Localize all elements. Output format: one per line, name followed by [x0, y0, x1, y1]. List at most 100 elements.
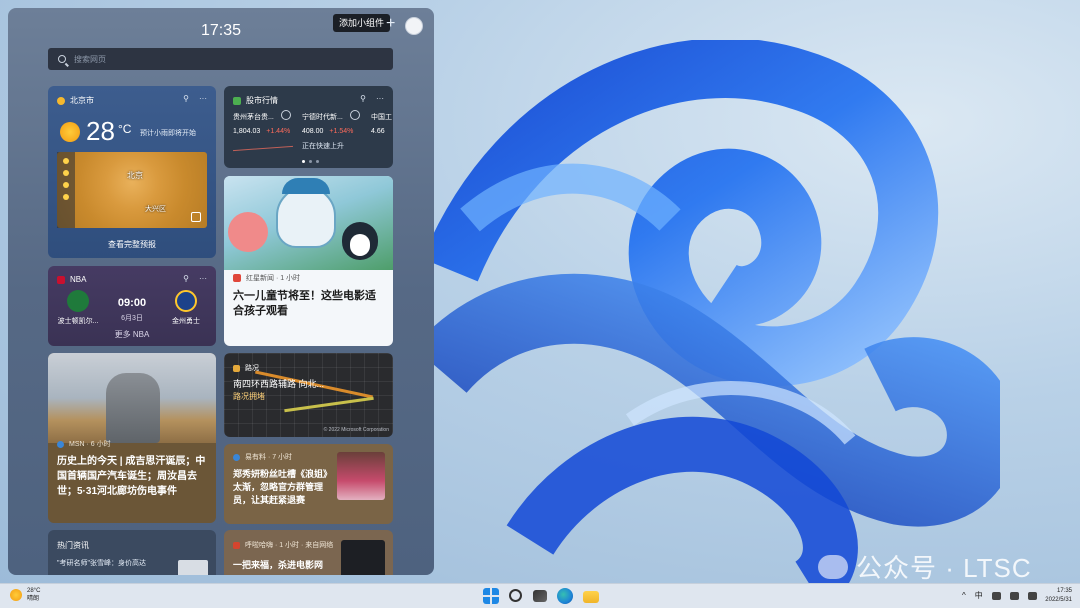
nba-icon: [57, 275, 65, 284]
add-stock-icon[interactable]: [350, 110, 360, 120]
traffic-icon: [233, 364, 240, 372]
stock-price: 1,804.03: [233, 128, 261, 135]
wechat-icon: [818, 554, 848, 579]
weather-temperature: 28: [86, 116, 115, 146]
hot-news-item[interactable]: "考研名师"张雪峰：身价高达: [57, 558, 177, 568]
news-thumbnail: [341, 540, 385, 575]
windows-bloom-wallpaper: [413, 40, 1000, 600]
stock-item[interactable]: 贵州茅台贵... 1,804.03 +1.44%: [233, 110, 293, 152]
news-source-label: MSN · 6 小时: [69, 441, 111, 448]
news-image: [224, 176, 393, 270]
away-team[interactable]: 金州勇士: [164, 290, 208, 326]
edge-browser-icon[interactable]: [557, 588, 573, 604]
hot-news-widget[interactable]: 热门资讯 "考研名师"张雪峰：身价高达: [48, 530, 216, 575]
stocks-title: 股市行情: [246, 96, 278, 105]
start-button-icon[interactable]: [483, 588, 499, 604]
volume-icon[interactable]: [1009, 591, 1019, 600]
web-search-input[interactable]: 搜索网页: [48, 48, 393, 70]
news-source-label: 呼啦哈嗨 · 1 小时 · 来自网络: [245, 542, 334, 549]
home-team-name: 波士顿凯尔...: [57, 318, 99, 325]
game-date: 6月3日: [121, 315, 143, 322]
news-card[interactable]: 呼啦哈嗨 · 1 小时 · 来自网络 一把来福，杀进电影网: [224, 530, 393, 575]
news-image: [48, 353, 216, 443]
hot-news-title: 热门资讯: [57, 541, 89, 550]
pin-icon[interactable]: ⚲: [183, 274, 189, 283]
news-source-label: 易有料 · 7 小时: [245, 454, 293, 461]
profile-avatar-button[interactable]: [405, 17, 423, 35]
battery-icon[interactable]: [1027, 591, 1037, 600]
taskbar-clock[interactable]: 17:35 2022/5/31: [1045, 587, 1072, 605]
pin-icon[interactable]: ⚲: [183, 94, 189, 103]
ime-indicator[interactable]: 中: [975, 590, 983, 601]
stock-item[interactable]: 宁德时代新... 408.00 +1.54% 正在快速上升: [302, 110, 362, 151]
stock-item[interactable]: 中国工 4.66: [371, 112, 393, 135]
weather-widget[interactable]: 北京市 ⚲ ··· 28 °C 预计小雨即将开始 北京 大兴区 查看完整预报: [48, 86, 216, 258]
cartoon-bear: [276, 186, 336, 248]
stocks-tools: ⚲ ···: [360, 94, 384, 103]
game-time: 09:00: [117, 297, 147, 309]
more-nba-link[interactable]: 更多 NBA: [48, 329, 216, 340]
carousel-dots[interactable]: [302, 160, 319, 163]
stock-name: 中国工: [371, 114, 392, 121]
cartoon-penguin: [342, 222, 378, 260]
sunny-icon: [10, 589, 22, 601]
news-source: 呼啦哈嗨 · 1 小时 · 来自网络: [233, 540, 333, 550]
widgets-panel: 17:35 添加小组件 + 搜索网页 北京市 ⚲ ··· 28 °C 预计小雨即…: [8, 8, 434, 575]
nba-widget[interactable]: NBA ⚲ ··· 波士顿凯尔... 09:00 6月3日 金州勇士 更多 NB…: [48, 266, 216, 346]
news-thumbnail: [178, 560, 208, 575]
stocks-icon: [233, 96, 241, 105]
news-title: 一把来福，杀进电影网: [233, 560, 324, 570]
more-options-button[interactable]: ···: [199, 94, 207, 103]
chevron-up-icon[interactable]: ^: [962, 591, 966, 600]
cartoon-octopus: [228, 212, 268, 252]
map-layer-toolbar[interactable]: [57, 152, 75, 228]
task-view-icon[interactable]: [533, 590, 547, 602]
more-options-button[interactable]: ···: [199, 274, 207, 283]
news-card[interactable]: MSN · 6 小时 历史上的今天 | 成吉思汗诞辰；中国首辆国产汽车诞生；周汝…: [48, 353, 216, 523]
stocks-header: 股市行情: [233, 95, 278, 106]
search-icon: [58, 55, 66, 63]
weather-location: 北京市: [70, 96, 94, 105]
warriors-logo-icon: [175, 290, 197, 312]
stock-change: +1.54%: [329, 128, 354, 135]
search-icon[interactable]: [509, 589, 522, 602]
stock-note: 正在快速上升: [302, 143, 344, 150]
source-logo-icon: [233, 541, 240, 549]
home-team[interactable]: 波士顿凯尔...: [56, 290, 100, 326]
taskbar-time: 17:35: [1056, 588, 1072, 594]
weather-map[interactable]: 北京 大兴区: [57, 152, 207, 228]
away-team-name: 金州勇士: [172, 318, 200, 325]
news-card[interactable]: 红星新闻 · 1 小时 六一儿童节将至！这些电影适合孩子观看: [224, 176, 393, 346]
pin-icon[interactable]: ⚲: [360, 94, 366, 103]
more-options-button[interactable]: ···: [376, 94, 384, 103]
msn-logo-icon: [57, 440, 64, 448]
stocks-widget[interactable]: 股市行情 ⚲ ··· 贵州茅台贵... 1,804.03 +1.44% 宁德时代新…: [224, 86, 393, 168]
stock-price: 408.00: [302, 128, 324, 135]
stock-change: +1.44%: [266, 128, 291, 135]
nba-title: NBA: [70, 275, 87, 284]
add-widget-button[interactable]: +: [386, 16, 395, 32]
weather-unit: °C: [118, 122, 132, 136]
add-stock-icon[interactable]: [281, 110, 291, 120]
news-source: MSN · 6 小时: [57, 439, 111, 449]
full-forecast-link[interactable]: 查看完整预报: [48, 239, 216, 250]
taskbar-weather-button[interactable]: 28°C 晴朗: [10, 587, 40, 603]
news-source-label: 红星新闻 · 1 小时: [246, 275, 301, 282]
news-title: 郑秀妍粉丝吐槽《浪姐》太渐，忽略官方群管理员，让其赶紧退赛: [233, 469, 333, 505]
traffic-widget[interactable]: 路况 南四环西路辅路 向北... 路况拥堵 © 2022 Microsoft C…: [224, 353, 393, 437]
traffic-road: 南四环西路辅路 向北...: [233, 379, 325, 389]
weather-tools: ⚲ ···: [183, 94, 207, 103]
source-logo-icon: [233, 274, 241, 282]
stock-price: 4.66: [371, 128, 385, 135]
news-card[interactable]: 易有料 · 7 小时 郑秀妍粉丝吐槽《浪姐》太渐，忽略官方群管理员，让其赶紧退赛: [224, 444, 393, 524]
expand-icon[interactable]: [191, 212, 201, 222]
file-explorer-icon[interactable]: [583, 591, 599, 603]
search-placeholder: 搜索网页: [74, 54, 106, 64]
traffic-title: 路况: [245, 365, 259, 372]
statue-image: [106, 373, 160, 443]
traffic-header: 路况: [233, 363, 259, 373]
nba-header: NBA: [57, 275, 86, 284]
news-title: 历史上的今天 | 成吉思汗诞辰；中国首辆国产汽车诞生；周汝昌去世；5·31河北廊…: [57, 456, 206, 497]
taskbar-date: 2022/5/31: [1045, 597, 1072, 603]
wifi-icon[interactable]: [991, 591, 1001, 600]
